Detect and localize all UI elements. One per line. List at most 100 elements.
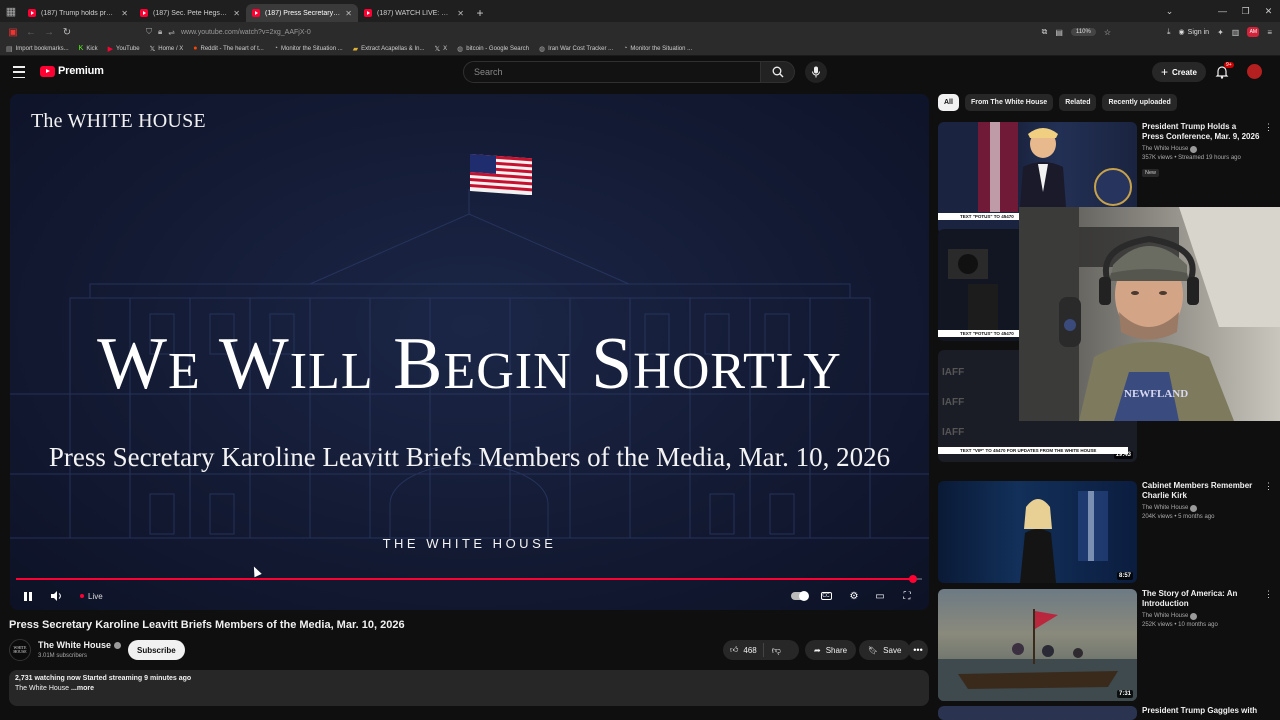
recommendation-menu-icon[interactable]: ⋮	[1264, 589, 1273, 600]
url-text[interactable]: www.youtube.com/watch?v=2xg_AAFjX-0	[181, 29, 311, 36]
recommendation-title[interactable]: President Trump Holds a Press Conference…	[1142, 122, 1260, 143]
autoplay-toggle[interactable]	[790, 588, 809, 604]
headline-text: We Will Begin Shortly	[97, 323, 842, 405]
channel-name[interactable]: The White House	[38, 640, 122, 650]
recommendation-title[interactable]: The Story of America: An Introduction	[1142, 589, 1260, 610]
bookmark-item[interactable]: K Kick	[79, 45, 98, 52]
recommendation-item[interactable]: 8:57 Cabinet Members Remember Charlie Ki…	[938, 481, 1278, 583]
menu-icon[interactable]: ≡	[1267, 28, 1272, 37]
tab-grid-icon[interactable]: ▦	[0, 0, 22, 22]
recommendation-title[interactable]: Cabinet Members Remember Charlie Kirk	[1142, 481, 1260, 502]
tab-list-chevron-icon[interactable]: ⌄	[1158, 6, 1181, 17]
description-box[interactable]: 2,731 watching now Started streaming 9 m…	[9, 670, 929, 706]
browser-tab-3[interactable]: (187) Press Secretary Karoline L ✕	[246, 4, 358, 22]
fullscreen-icon[interactable]: ⛶	[899, 588, 915, 604]
site-settings-icon[interactable]: ⇌	[168, 28, 175, 37]
settings-gear-icon[interactable]: ⚙	[846, 588, 862, 604]
sidebar-toggle-icon[interactable]: ▣	[4, 27, 22, 38]
volume-icon[interactable]	[50, 588, 64, 604]
download-icon[interactable]: ⤓	[1167, 27, 1171, 37]
more-actions-button[interactable]: •••	[908, 640, 928, 660]
bookmark-item[interactable]: ◔ Monitor the Situation ...	[274, 45, 343, 52]
hamburger-menu-icon[interactable]	[13, 66, 25, 78]
video-thumbnail[interactable]: 7:31	[938, 589, 1137, 701]
shield-icon[interactable]: ⛉	[146, 27, 152, 37]
chip-from-the-white-house[interactable]: From The White House	[964, 94, 1054, 111]
reload-icon[interactable]: ↻	[58, 27, 76, 38]
progress-bar[interactable]	[16, 575, 922, 583]
close-tab-icon[interactable]: ✕	[457, 9, 464, 18]
recommendation-channel-name[interactable]: The White House	[1142, 505, 1188, 511]
captions-icon[interactable]: CC	[818, 588, 834, 604]
browser-tab-4[interactable]: (187) WATCH LIVE: Karoline Lea ✕	[358, 4, 470, 22]
reader-mode-icon[interactable]: ▤	[1055, 28, 1063, 37]
sign-in-button[interactable]: ◉ Sign in	[1179, 28, 1210, 37]
bookmark-item[interactable]: 𝕏X	[434, 45, 447, 53]
miniplayer-icon[interactable]: ▭	[872, 588, 888, 604]
close-tab-icon[interactable]: ✕	[233, 9, 240, 18]
recommendation-item[interactable]: President Trump Gaggles with	[938, 706, 1278, 720]
extension-red-icon[interactable]: AM	[1247, 27, 1260, 37]
chip-related[interactable]: Related	[1059, 94, 1097, 111]
recommendation-menu-icon[interactable]: ⋮	[1264, 122, 1273, 133]
url-field[interactable]: ⛉ 🔒︎ ⇌ www.youtube.com/watch?v=2xg_AAFjX…	[146, 27, 311, 37]
pause-button[interactable]	[21, 588, 35, 604]
youtube-logo[interactable]: Premium	[40, 65, 104, 77]
recommendation-title[interactable]: President Trump Gaggles with	[1142, 706, 1260, 716]
lock-icon[interactable]: 🔒︎	[158, 27, 162, 37]
chip-recently-uploaded[interactable]: Recently uploaded	[1102, 94, 1177, 111]
search-button[interactable]	[761, 61, 795, 83]
bookmark-item[interactable]: ▤ Import bookmarks...	[6, 45, 69, 53]
live-indicator[interactable]: Live	[80, 588, 103, 604]
webcam-overlay: NEWFLAND	[1019, 207, 1280, 421]
recommendation-menu-icon[interactable]: ⋮	[1264, 481, 1273, 492]
share-button[interactable]: ➦ Share	[805, 640, 857, 660]
bookmark-item[interactable]: ◍ bitcoin - Google Search	[457, 45, 529, 53]
close-window-icon[interactable]: ✕	[1257, 6, 1280, 17]
progress-scrubber[interactable]	[908, 575, 917, 583]
install-app-icon[interactable]: ⧉	[1042, 27, 1048, 37]
search-input[interactable]: Search	[463, 61, 761, 83]
minimize-icon[interactable]: —	[1211, 6, 1234, 16]
recommendation-item[interactable]: 7:31 The Story of America: An Introducti…	[938, 589, 1278, 701]
maximize-icon[interactable]: ❐	[1234, 6, 1257, 17]
video-thumbnail[interactable]	[938, 706, 1137, 720]
zoom-level[interactable]: 110%	[1070, 28, 1096, 36]
browser-tab-1[interactable]: (187) Trump holds press confer ✕	[22, 4, 134, 22]
extension-badge-icon[interactable]: ▥	[1232, 28, 1240, 37]
bookmark-label: Monitor the Situation ...	[630, 45, 693, 52]
account-avatar[interactable]	[1247, 64, 1262, 79]
bookmark-item[interactable]: ◔ Monitor the Situation ...	[623, 45, 692, 52]
extensions-icon[interactable]: ✦	[1217, 28, 1224, 37]
new-tab-button[interactable]: +	[470, 4, 490, 22]
browser-tab-2[interactable]: (187) Sec. Pete Hegseth, Gen. D ✕	[134, 4, 246, 22]
create-button[interactable]: + Create	[1152, 62, 1206, 82]
bookmark-item[interactable]: ● Reddit - The heart of t...	[193, 45, 264, 52]
bookmark-item[interactable]: ◍ Iran War Cost Tracker ...	[539, 45, 613, 53]
video-player[interactable]: The WHITE HOUSE We Will Begin Shortly Pr…	[10, 94, 929, 610]
close-tab-icon[interactable]: ✕	[345, 9, 352, 18]
save-button[interactable]: 🔖︎ Save	[859, 640, 911, 660]
voice-search-button[interactable]	[805, 61, 827, 83]
close-tab-icon[interactable]: ✕	[121, 9, 128, 18]
recommendation-channel-name[interactable]: The White House	[1142, 146, 1188, 152]
youtube-icon: ▶	[107, 45, 114, 53]
bookmark-item[interactable]: ▰ Extract Acapellas & In...	[353, 45, 425, 53]
bookmark-item[interactable]: ▶ YouTube	[108, 45, 140, 53]
chip-all[interactable]: All	[938, 94, 959, 111]
forward-icon[interactable]: →	[40, 27, 58, 38]
like-button[interactable]: 👍︎ 468	[723, 643, 764, 657]
back-icon[interactable]: ←	[22, 27, 40, 38]
youtube-header: Premium Search + Create 9+	[0, 57, 1280, 89]
subscribe-button[interactable]: Subscribe	[128, 640, 185, 660]
bookmark-star-icon[interactable]: ☆	[1104, 28, 1111, 37]
channel-avatar[interactable]: WHITE HOUSE	[9, 639, 31, 661]
video-thumbnail[interactable]: 8:57	[938, 481, 1137, 583]
channel-name-text: The White House	[38, 640, 112, 650]
video-duration: 7:31	[1116, 690, 1133, 698]
description-more-link[interactable]: ...more	[71, 685, 94, 692]
recommendation-channel-name[interactable]: The White House	[1142, 613, 1188, 619]
recommendation-info: Cabinet Members Remember Charlie Kirk Th…	[1142, 481, 1260, 520]
bookmark-item[interactable]: 𝕏 Home / X	[150, 45, 184, 53]
dislike-button[interactable]: 👎︎	[764, 645, 789, 656]
